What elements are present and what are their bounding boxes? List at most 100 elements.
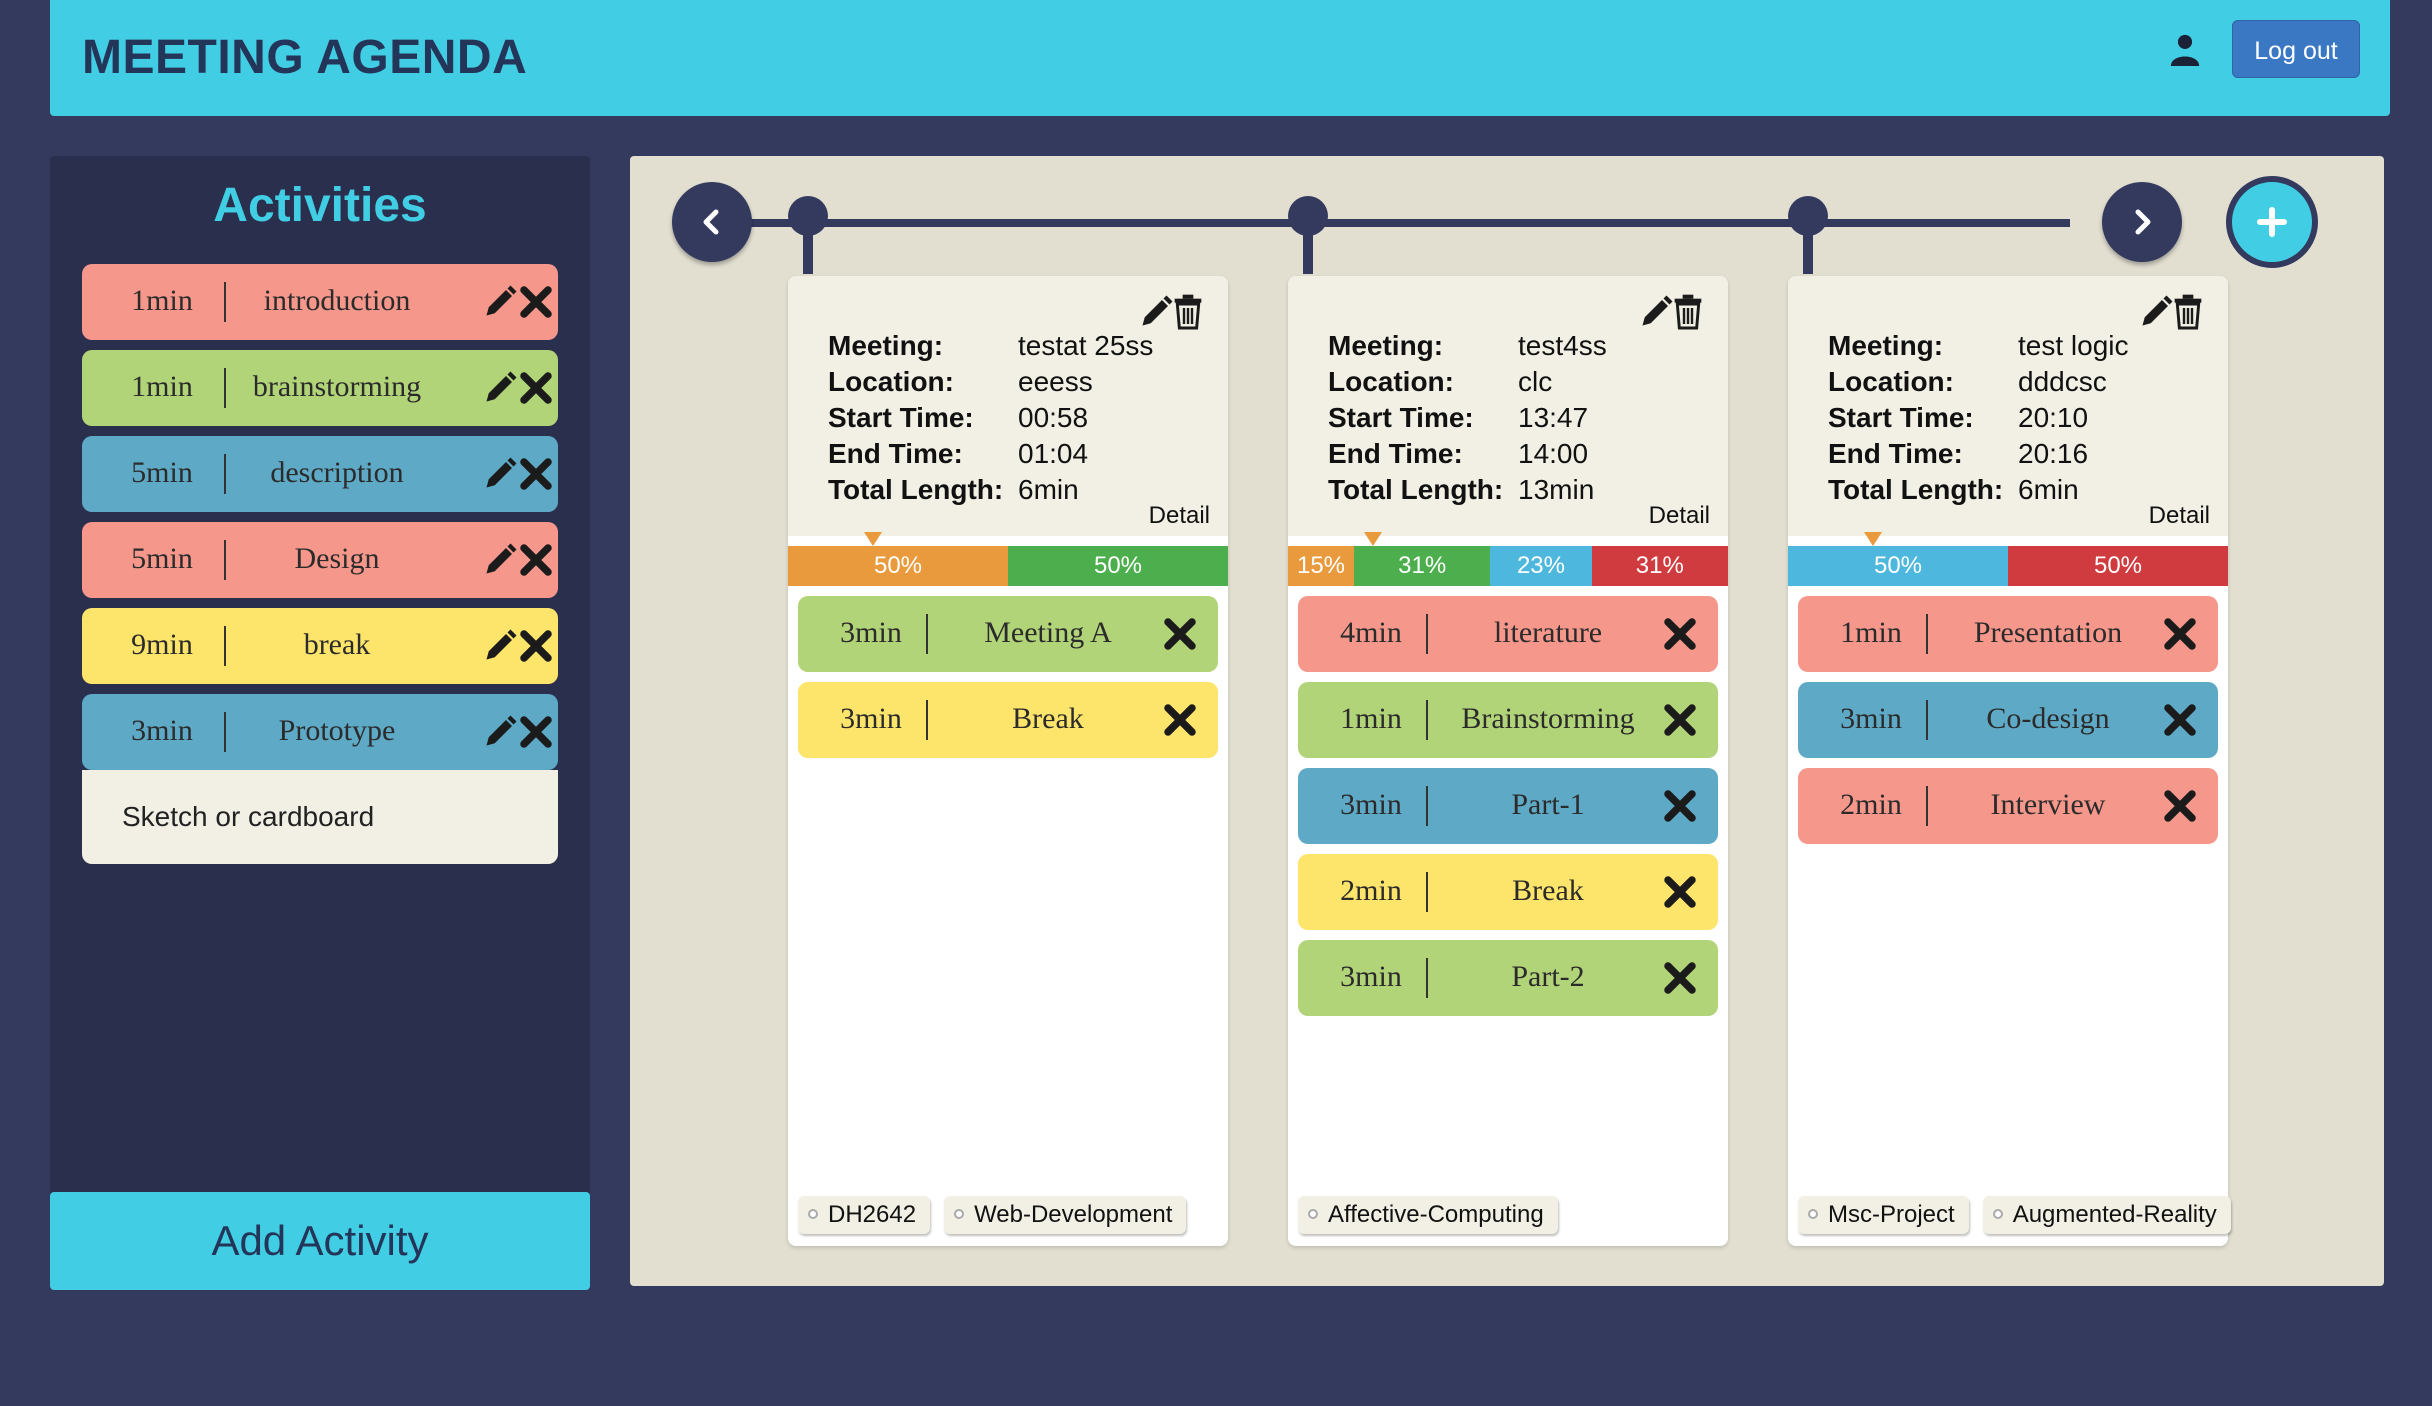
detail-link[interactable]: Detail: [1649, 502, 1710, 530]
activity-item[interactable]: 3min Prototype: [82, 694, 558, 770]
close-icon[interactable]: [1162, 616, 1198, 652]
divider: [926, 614, 928, 654]
divider: [224, 626, 226, 666]
activity-list: 1min introduction 1min brainstorming 5min des…: [82, 264, 558, 864]
meeting-activity-item[interactable]: 3min Break: [798, 682, 1218, 758]
pencil-icon[interactable]: [1138, 294, 1174, 330]
close-icon[interactable]: [518, 284, 554, 320]
activity-item[interactable]: 5min Design: [82, 522, 558, 598]
field-value: 13:47: [1518, 402, 1589, 433]
divider: [926, 700, 928, 740]
breakdown-segment: 50%: [788, 546, 1008, 586]
pencil-icon[interactable]: [482, 628, 518, 664]
pencil-icon[interactable]: [482, 370, 518, 406]
activity-name: Break: [1512, 874, 1584, 907]
field-value: 14:00: [1518, 438, 1589, 469]
meeting-activity-item[interactable]: 3min Co-design: [1798, 682, 2218, 758]
close-icon[interactable]: [518, 628, 554, 664]
meeting-tags: Msc-Project Augmented-Reality: [1798, 1196, 2231, 1234]
divider: [1426, 872, 1428, 912]
trash-icon[interactable]: [1672, 294, 1704, 330]
divider: [1426, 614, 1428, 654]
activities-title: Activities: [213, 179, 427, 232]
pencil-icon[interactable]: [482, 456, 518, 492]
field-label: Total Length:: [828, 474, 1004, 505]
time-breakdown-bar: 50% 50%: [1788, 546, 2228, 586]
field-label: End Time:: [1328, 438, 1463, 469]
activity-item[interactable]: 1min brainstorming: [82, 350, 558, 426]
add-activity-button[interactable]: Add Activity: [50, 1192, 590, 1290]
meeting-activity-list: 1min Presentation 3min Co-design 2min Intervi…: [1798, 596, 2218, 854]
chevron-left-icon: [703, 209, 719, 235]
meeting-location-row: Location: eeess: [828, 364, 1153, 400]
pencil-icon[interactable]: [1638, 294, 1674, 330]
activity-duration: 4min: [1340, 616, 1402, 649]
pencil-icon[interactable]: [482, 542, 518, 578]
field-label: End Time:: [828, 438, 963, 469]
pencil-icon[interactable]: [482, 714, 518, 750]
timeline-next-button[interactable]: [2102, 182, 2182, 262]
activity-name: Prototype: [278, 714, 396, 747]
meeting-total-row: Total Length: 13min: [1328, 472, 1607, 508]
field-label: Start Time:: [1328, 402, 1474, 433]
meeting-total-row: Total Length: 6min: [1828, 472, 2129, 508]
meeting-activity-item[interactable]: 1min Brainstorming: [1298, 682, 1718, 758]
activity-name: Part-1: [1511, 788, 1585, 821]
pencil-icon[interactable]: [482, 284, 518, 320]
add-meeting-button[interactable]: [2226, 176, 2318, 268]
close-icon[interactable]: [518, 542, 554, 578]
meeting-activity-item[interactable]: 2min Interview: [1798, 768, 2218, 844]
close-icon[interactable]: [1662, 874, 1698, 910]
meeting-activity-item[interactable]: 2min Break: [1298, 854, 1718, 930]
tag[interactable]: Affective-Computing: [1298, 1196, 1558, 1234]
activity-duration: 1min: [1340, 702, 1402, 735]
pencil-icon[interactable]: [2138, 294, 2174, 330]
close-icon[interactable]: [1662, 616, 1698, 652]
close-icon[interactable]: [2162, 616, 2198, 652]
logout-button[interactable]: Log out: [2232, 20, 2360, 78]
breakdown-segment: 15%: [1288, 546, 1354, 586]
timeline-connector: [1303, 222, 1313, 274]
activity-item[interactable]: 1min introduction: [82, 264, 558, 340]
detail-link[interactable]: Detail: [1149, 502, 1210, 530]
meeting-activity-item[interactable]: 3min Part-1: [1298, 768, 1718, 844]
field-value: test logic: [2018, 330, 2129, 361]
meeting-activity-item[interactable]: 3min Part-2: [1298, 940, 1718, 1016]
close-icon[interactable]: [1162, 702, 1198, 738]
activity-duration: 3min: [1840, 702, 1902, 735]
tag[interactable]: Web-Development: [944, 1196, 1187, 1234]
close-icon[interactable]: [1662, 702, 1698, 738]
field-value: test4ss: [1518, 330, 1607, 361]
tag[interactable]: Augmented-Reality: [1982, 1196, 2231, 1234]
close-icon[interactable]: [2162, 788, 2198, 824]
activity-item[interactable]: 9min break: [82, 608, 558, 684]
meeting-activity-item[interactable]: 1min Presentation: [1798, 596, 2218, 672]
trash-icon[interactable]: [2172, 294, 2204, 330]
close-icon[interactable]: [2162, 702, 2198, 738]
field-value: 6min: [1018, 474, 1079, 505]
meeting-tags: DH2642 Web-Development: [798, 1196, 1187, 1234]
user-icon[interactable]: [2168, 32, 2202, 66]
close-icon[interactable]: [1662, 788, 1698, 824]
close-icon[interactable]: [1662, 960, 1698, 996]
timeline-prev-button[interactable]: [672, 182, 752, 262]
close-icon[interactable]: [518, 370, 554, 406]
activity-name: Interview: [1990, 788, 2106, 821]
meeting-activity-item[interactable]: 3min Meeting A: [798, 596, 1218, 672]
tag[interactable]: Msc-Project: [1798, 1196, 1969, 1234]
breakdown-segment: 31%: [1591, 546, 1728, 586]
activity-item[interactable]: 5min description: [82, 436, 558, 512]
activity-name: Design: [294, 542, 380, 575]
trash-icon[interactable]: [1172, 294, 1204, 330]
close-icon[interactable]: [518, 714, 554, 750]
close-icon[interactable]: [518, 456, 554, 492]
divider: [224, 454, 226, 494]
activity-duration: 5min: [131, 542, 193, 575]
activity-name: literature: [1493, 616, 1603, 649]
breakdown-marker: [1364, 532, 1382, 546]
activity-duration: 3min: [1340, 788, 1402, 821]
field-value: 13min: [1518, 474, 1595, 505]
tag[interactable]: DH2642: [798, 1196, 931, 1234]
meeting-activity-item[interactable]: 4min literature: [1298, 596, 1718, 672]
detail-link[interactable]: Detail: [2149, 502, 2210, 530]
